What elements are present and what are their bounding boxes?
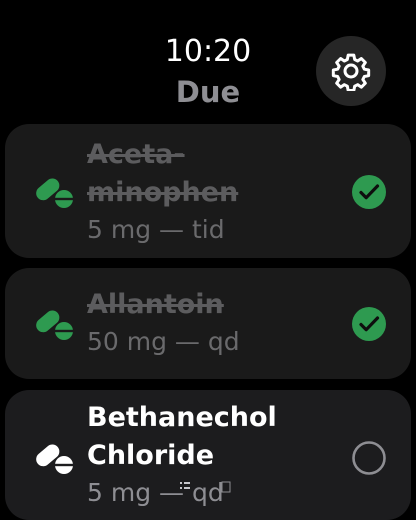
list-view-icon: [180, 481, 231, 493]
gear-icon: [331, 53, 371, 91]
settings-button[interactable]: [316, 36, 386, 106]
pill-icon: [36, 444, 73, 474]
header: 10:20 Due: [0, 0, 416, 120]
medication-card[interactable]: Aceta- minophen 5 mg — tid: [5, 124, 411, 258]
medication-name: Bethanechol Chloride: [87, 402, 277, 471]
medication-card[interactable]: Bethanechol Chloride 5 mg — qd: [5, 390, 411, 520]
medication-info: Aceta- minophen 5 mg — tid: [87, 136, 337, 248]
medication-name: Aceta- minophen: [87, 139, 239, 208]
medication-name: Allantoin: [87, 289, 224, 320]
medication-info: Allantoin 50 mg — qd: [87, 286, 337, 360]
page-indicator-icon: [176, 478, 240, 496]
empty-circle-icon[interactable]: [351, 440, 387, 476]
checkmark-circle-icon[interactable]: [351, 306, 387, 342]
medication-dose: 50 mg — qd: [87, 327, 240, 356]
checkmark-circle-icon[interactable]: [351, 174, 387, 210]
medication-dose: 5 mg — tid: [87, 215, 225, 244]
pill-icon: [36, 178, 73, 208]
pill-icon: [36, 310, 73, 340]
medication-card[interactable]: Allantoin 50 mg — qd: [5, 268, 411, 379]
